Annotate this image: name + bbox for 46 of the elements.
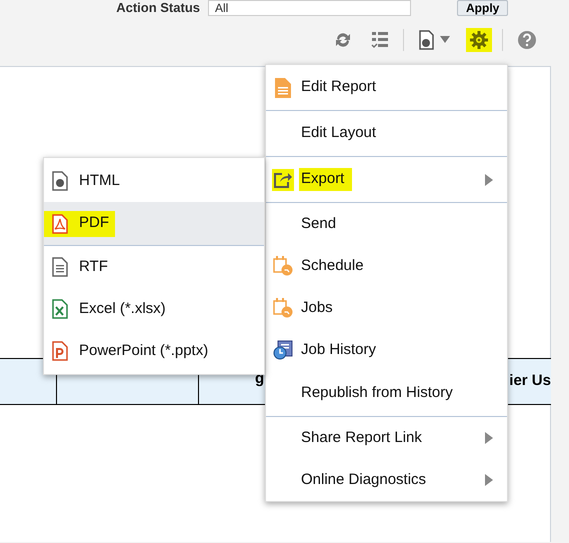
- item-label: Online Diagnostics: [301, 470, 426, 490]
- item-label: Job History: [301, 340, 376, 360]
- export-option[interactable]: HTML: [44, 160, 264, 202]
- option-label: Excel (*.xlsx): [79, 298, 166, 319]
- document-icon: [275, 78, 291, 98]
- item-label: Share Report Link: [301, 428, 422, 448]
- item-label: Republish from History: [301, 383, 453, 404]
- export-option[interactable]: RTF: [44, 246, 264, 288]
- menu-item[interactable]: Share Report Link: [266, 417, 507, 459]
- option-label: PowerPoint (*.pptx): [79, 340, 208, 361]
- item-label: Export: [299, 168, 352, 191]
- item-label: Edit Layout: [301, 123, 376, 144]
- export-option[interactable]: PDF: [44, 202, 264, 246]
- menu-item[interactable]: Schedule: [266, 245, 507, 287]
- menu-item[interactable]: Republish from History: [266, 371, 507, 417]
- presentation-document-icon: [52, 341, 68, 361]
- menu-item[interactable]: Job History: [266, 329, 507, 371]
- refresh-icon[interactable]: [333, 31, 353, 49]
- option-label: HTML: [79, 170, 120, 191]
- menu-item[interactable]: Export: [266, 157, 507, 203]
- menu-item[interactable]: Edit Report: [266, 65, 507, 111]
- calendar-clock-icon: [273, 256, 293, 276]
- menu-item[interactable]: Edit Layout: [266, 111, 507, 157]
- item-label: Jobs: [301, 298, 333, 318]
- spreadsheet-document-icon: [52, 299, 68, 319]
- settings-icon[interactable]: [470, 31, 488, 49]
- item-label: Send: [301, 214, 336, 234]
- export-icon: [273, 170, 293, 188]
- status-field[interactable]: All: [208, 0, 411, 16]
- menu-item[interactable]: Send: [266, 203, 507, 245]
- help-icon[interactable]: [517, 30, 537, 50]
- option-label: PDF: [79, 213, 109, 234]
- pdf-document-icon: [52, 214, 68, 234]
- option-label: RTF: [79, 256, 108, 277]
- calendar-clock-icon: [273, 298, 293, 318]
- menu-item[interactable]: Online Diagnostics: [266, 459, 507, 501]
- apply-button[interactable]: Apply: [457, 0, 508, 16]
- text-document-icon: [52, 257, 68, 277]
- item-label: Edit Report: [301, 77, 376, 98]
- menu-item[interactable]: Jobs: [266, 287, 507, 329]
- report-clock-icon: [273, 340, 293, 360]
- filter-label: Action Status: [115, 0, 200, 18]
- export-option[interactable]: Excel (*.xlsx): [44, 288, 264, 330]
- column-header: ier Us: [509, 371, 551, 392]
- checklist-icon[interactable]: [371, 31, 389, 49]
- item-label: Schedule: [301, 256, 364, 276]
